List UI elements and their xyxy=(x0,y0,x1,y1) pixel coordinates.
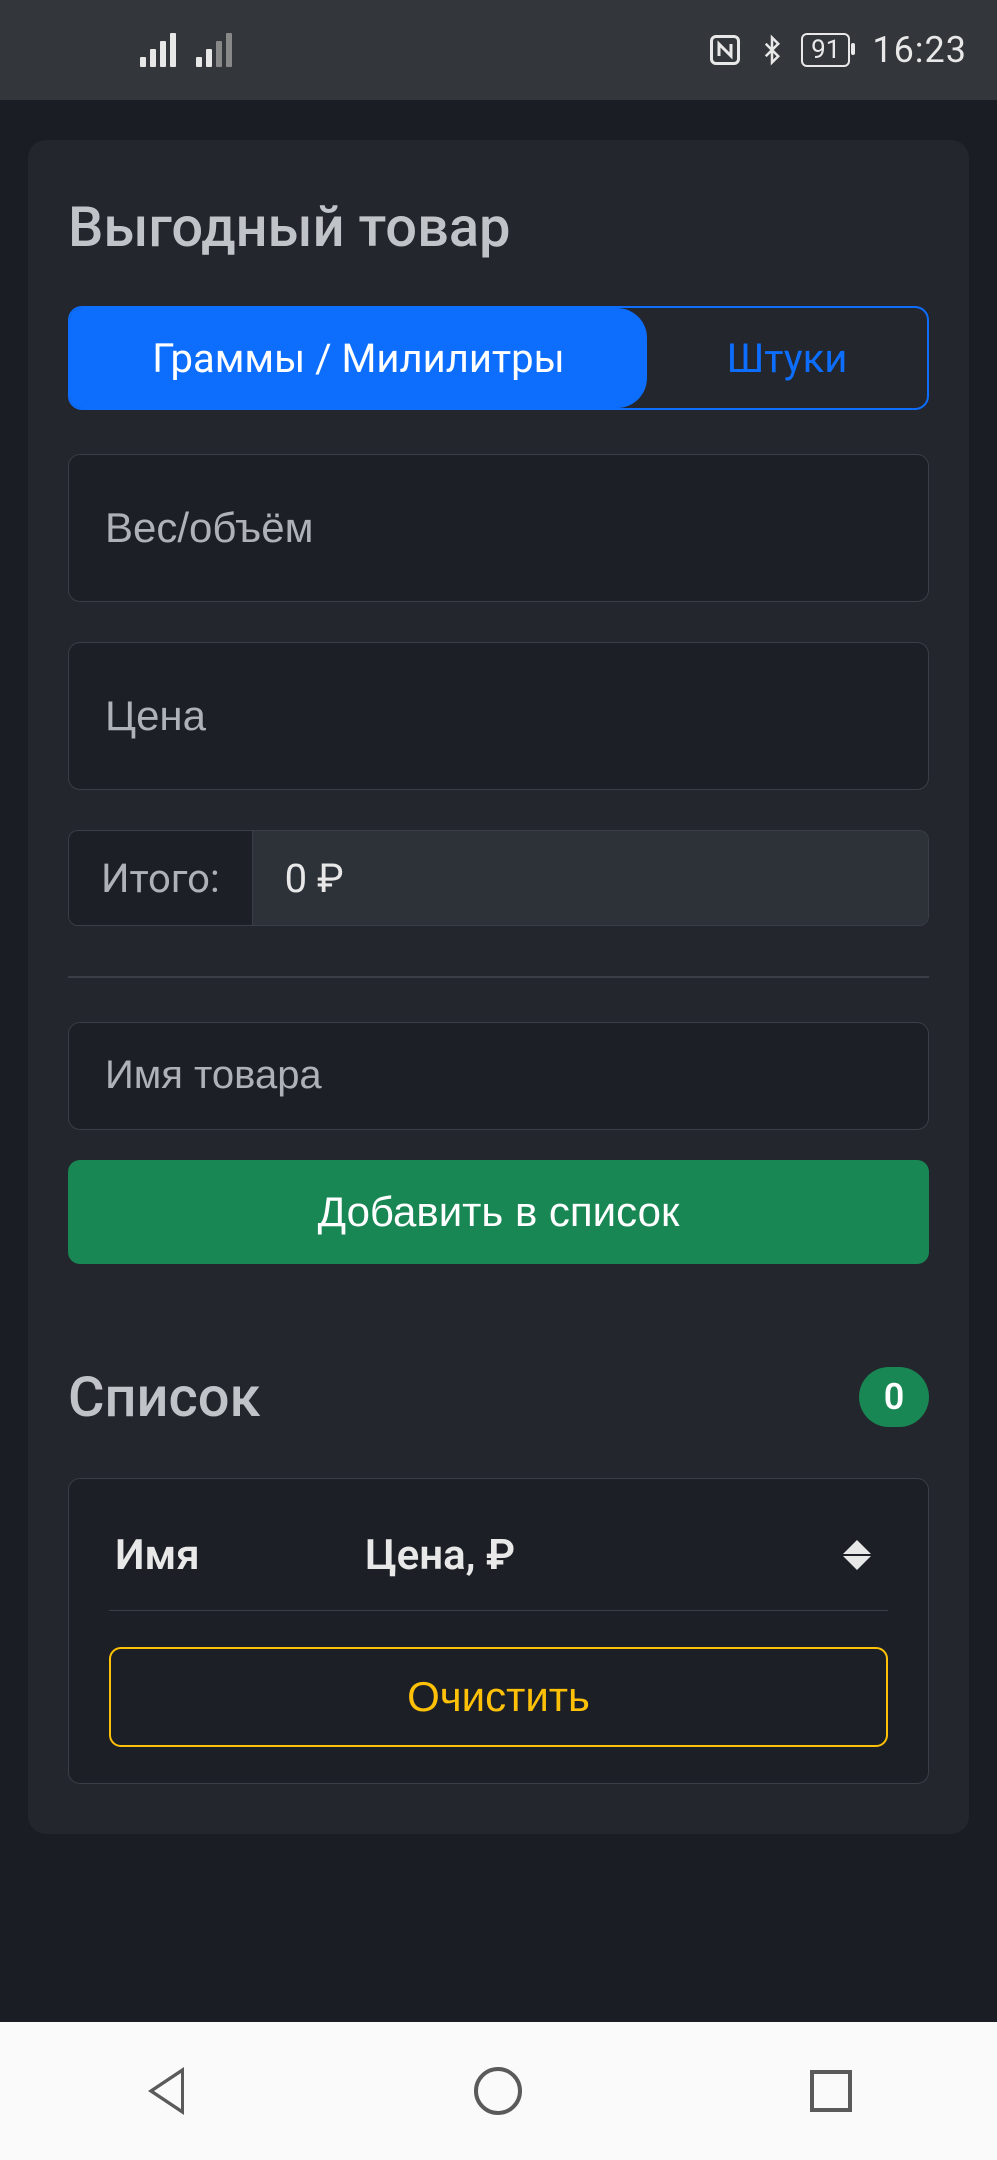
page-title: Выгодный товар xyxy=(68,194,929,260)
total-value: 0 ₽ xyxy=(253,831,928,925)
battery-icon: 91 xyxy=(801,33,850,67)
list-header: Список 0 xyxy=(68,1364,929,1430)
price-input[interactable] xyxy=(68,642,929,790)
total-label: Итого: xyxy=(69,831,253,925)
weight-volume-input[interactable] xyxy=(68,454,929,602)
nav-home-button[interactable] xyxy=(470,2063,526,2119)
bluetooth-icon xyxy=(757,32,787,68)
total-row: Итого: 0 ₽ xyxy=(68,830,929,926)
nfc-icon xyxy=(707,32,743,68)
signal-sim2-icon xyxy=(196,33,232,67)
nav-back-button[interactable] xyxy=(138,2063,194,2119)
status-time: 16:23 xyxy=(872,29,967,71)
home-circle-icon xyxy=(474,2067,522,2115)
add-to-list-button[interactable]: Добавить в список xyxy=(68,1160,929,1264)
divider xyxy=(68,976,929,978)
back-triangle-icon xyxy=(148,2067,184,2115)
nav-recent-button[interactable] xyxy=(803,2063,859,2119)
list-title: Список xyxy=(68,1364,261,1430)
main-card: Выгодный товар Граммы / Милилитры Штуки … xyxy=(28,140,969,1834)
status-bar: 91 16:23 xyxy=(0,0,997,100)
unit-segmented-control: Граммы / Милилитры Штуки xyxy=(68,306,929,410)
segment-pieces[interactable]: Штуки xyxy=(647,308,927,408)
system-nav-bar xyxy=(0,2022,997,2160)
clear-list-button[interactable]: Очистить xyxy=(109,1647,888,1747)
list-box: Имя Цена, ₽ Очистить xyxy=(68,1478,929,1784)
column-price-header: Цена, ₽ xyxy=(365,1531,832,1580)
list-count-badge: 0 xyxy=(859,1367,929,1427)
product-name-input[interactable] xyxy=(68,1022,929,1130)
table-header-row: Имя Цена, ₽ xyxy=(109,1515,888,1611)
recent-square-icon xyxy=(810,2070,852,2112)
sort-toggle-icon[interactable] xyxy=(832,1540,882,1570)
content-area: Выгодный товар Граммы / Милилитры Штуки … xyxy=(0,100,997,1834)
segment-grams-ml[interactable]: Граммы / Милилитры xyxy=(70,308,647,408)
signal-sim1-icon xyxy=(140,33,176,67)
status-left xyxy=(140,33,232,67)
status-right: 91 16:23 xyxy=(707,29,967,71)
battery-text: 91 xyxy=(811,37,840,63)
column-name-header: Имя xyxy=(115,1531,365,1580)
